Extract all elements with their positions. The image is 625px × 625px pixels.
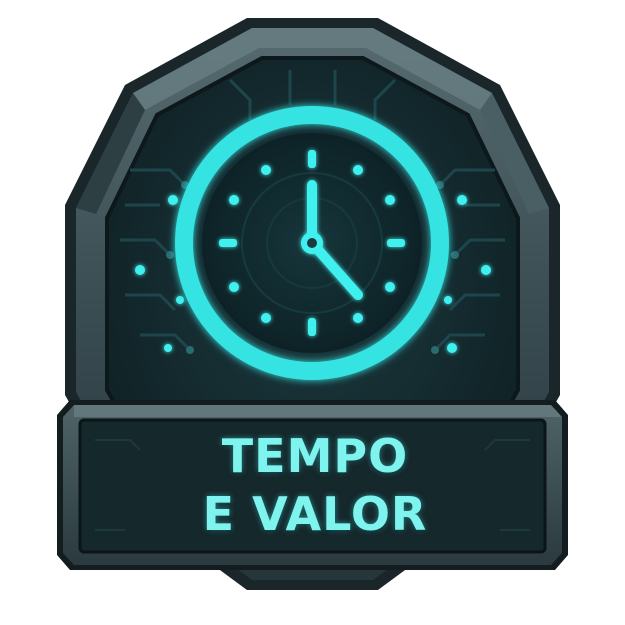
badge-title-line-2: E VALOR — [202, 487, 428, 541]
badge-title: TEMPO E VALOR — [80, 420, 550, 550]
badge-title-line-1: TEMPO — [221, 429, 409, 483]
badge: TEMPO E VALOR — [0, 0, 625, 625]
clock-icon — [175, 106, 449, 380]
